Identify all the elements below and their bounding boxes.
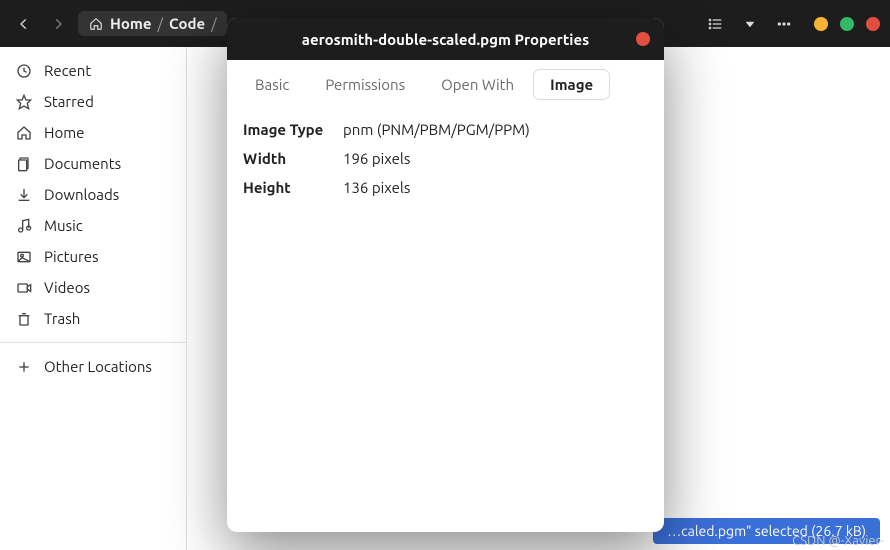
sidebar-item-videos[interactable]: Videos	[0, 272, 186, 303]
sidebar-item-label: Recent	[44, 62, 91, 79]
dialog-title: aerosmith-double-scaled.pgm Properties	[302, 31, 589, 48]
window-minimize-button[interactable]	[814, 17, 828, 31]
dialog-titlebar: aerosmith-double-scaled.pgm Properties	[227, 18, 664, 60]
window-maximize-button[interactable]	[840, 17, 854, 31]
trash-icon	[16, 311, 32, 327]
breadcrumb-seg[interactable]: Home	[110, 15, 151, 32]
breadcrumb-sep: /	[211, 15, 217, 32]
properties-dialog: aerosmith-double-scaled.pgm Properties B…	[227, 18, 664, 532]
nav-back-button[interactable]	[10, 10, 38, 38]
videos-icon	[16, 280, 32, 296]
sidebar-item-pictures[interactable]: Pictures	[0, 241, 186, 272]
nav-forward-button[interactable]	[44, 10, 72, 38]
sidebar-item-music[interactable]: Music	[0, 210, 186, 241]
dialog-tabs: Basic Permissions Open With Image	[227, 60, 664, 109]
dialog-close-button[interactable]	[636, 32, 650, 46]
sidebar-item-other-locations[interactable]: Other Locations	[0, 351, 186, 382]
property-value: 136 pixels	[343, 179, 648, 196]
view-dropdown-button[interactable]	[736, 10, 764, 38]
pictures-icon	[16, 249, 32, 265]
sidebar-separator	[0, 342, 186, 343]
properties-list: Image Type pnm (PNM/PBM/PGM/PPM) Width 1…	[227, 109, 664, 218]
home-icon	[88, 16, 104, 32]
sidebar-item-label: Pictures	[44, 248, 99, 265]
breadcrumb-seg[interactable]: Code	[169, 15, 205, 32]
property-row: Width 196 pixels	[243, 144, 648, 173]
property-value: pnm (PNM/PBM/PGM/PPM)	[343, 121, 648, 138]
breadcrumb[interactable]: Home / Code /	[78, 11, 227, 36]
sidebar-item-starred[interactable]: Starred	[0, 86, 186, 117]
property-key: Height	[243, 179, 343, 196]
clock-icon	[16, 63, 32, 79]
watermark: CSDN @-Xavier-	[792, 534, 884, 548]
star-icon	[16, 94, 32, 110]
sidebar-item-label: Music	[44, 217, 83, 234]
property-key: Image Type	[243, 121, 343, 138]
tab-basic[interactable]: Basic	[239, 70, 305, 99]
view-list-button[interactable]	[702, 10, 730, 38]
property-row: Image Type pnm (PNM/PBM/PGM/PPM)	[243, 115, 648, 144]
hamburger-menu-button[interactable]	[770, 10, 798, 38]
sidebar-item-label: Other Locations	[44, 358, 152, 375]
tab-permissions[interactable]: Permissions	[309, 70, 421, 99]
tab-open-with[interactable]: Open With	[425, 70, 530, 99]
sidebar-item-label: Starred	[44, 93, 94, 110]
sidebar-item-home[interactable]: Home	[0, 117, 186, 148]
sidebar: Recent Starred Home Documents Downloads …	[0, 47, 187, 550]
sidebar-item-label: Trash	[44, 310, 80, 327]
downloads-icon	[16, 187, 32, 203]
window-controls	[814, 17, 880, 31]
sidebar-item-label: Home	[44, 124, 84, 141]
sidebar-item-recent[interactable]: Recent	[0, 55, 186, 86]
home-icon	[16, 125, 32, 141]
tab-image[interactable]: Image	[534, 70, 609, 99]
breadcrumb-sep: /	[157, 15, 163, 32]
sidebar-item-label: Downloads	[44, 186, 119, 203]
sidebar-item-label: Documents	[44, 155, 121, 172]
sidebar-item-label: Videos	[44, 279, 90, 296]
plus-icon	[16, 359, 32, 375]
documents-icon	[16, 156, 32, 172]
sidebar-item-documents[interactable]: Documents	[0, 148, 186, 179]
property-row: Height 136 pixels	[243, 173, 648, 202]
property-value: 196 pixels	[343, 150, 648, 167]
sidebar-item-trash[interactable]: Trash	[0, 303, 186, 334]
sidebar-item-downloads[interactable]: Downloads	[0, 179, 186, 210]
window-close-button[interactable]	[866, 17, 880, 31]
music-icon	[16, 218, 32, 234]
property-key: Width	[243, 150, 343, 167]
